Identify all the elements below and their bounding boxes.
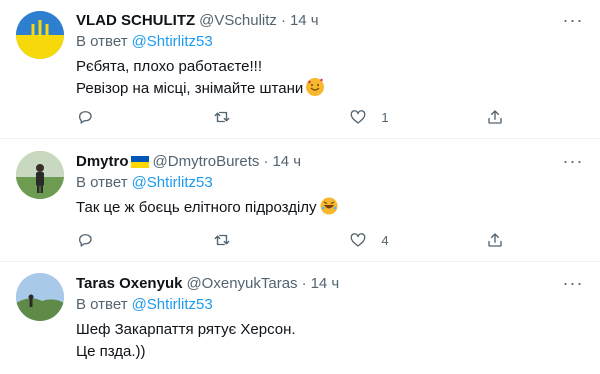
avatar[interactable] (16, 151, 64, 199)
tweet-text-line: Шеф Закарпаття рятує Херсон. (76, 321, 296, 338)
avatar[interactable] (16, 273, 64, 321)
tweet[interactable]: ··· Dmytro @DmytroBurets · 14 ч В ответ @… (0, 139, 600, 261)
rolling-on-floor-laughing-icon (320, 197, 338, 215)
timestamp[interactable]: 14 ч (290, 11, 319, 31)
like-icon (350, 110, 366, 124)
like-count: 1 (381, 109, 389, 125)
tweet-text-line: Рєбята, плохо работаєте!!! (76, 58, 263, 75)
tweet-header: VLAD SCHULITZ @VSchulitz · 14 ч (76, 11, 588, 31)
reply-context: В ответ @Shtirlitz53 (76, 173, 588, 193)
reply-button[interactable] (76, 231, 136, 249)
share-button[interactable] (486, 231, 506, 249)
user-handle[interactable]: @VSchulitz (199, 11, 277, 31)
retweet-icon (214, 234, 230, 246)
reply-context: В ответ @Shtirlitz53 (76, 32, 588, 52)
tweet-text-line: Так це ж боєць елітного підрозділу (76, 199, 317, 216)
retweet-button[interactable] (213, 231, 273, 249)
reply-to-link[interactable]: @Shtirlitz53 (132, 33, 213, 50)
display-name[interactable]: Taras Oxenyuk (76, 274, 182, 294)
avatar[interactable] (16, 11, 64, 59)
like-button[interactable]: 4 (349, 231, 409, 249)
reply-prefix: В ответ (76, 296, 128, 313)
tweet[interactable]: ··· Taras Oxenyuk @OxenyukTaras · 14 ч В… (0, 262, 600, 374)
tweet-text: Рєбята, плохо работаєте!!! Ревізор на мі… (76, 56, 588, 100)
action-bar: 1 (76, 107, 506, 127)
separator-dot: · (280, 12, 286, 29)
separator-dot: · (301, 275, 307, 292)
tweet-header: Dmytro @DmytroBurets · 14 ч (76, 152, 588, 172)
tweet[interactable]: ··· VLAD SCHULITZ @VSchulitz · 14 ч В от… (0, 0, 600, 138)
user-handle[interactable]: @DmytroBurets (153, 152, 260, 172)
tweet-text: Так це ж боєць елітного підрозділу (76, 197, 588, 219)
reply-icon (79, 234, 92, 247)
tweet-text-line: Ревізор на місці, знімайте штани (76, 80, 304, 97)
separator-dot: · (263, 153, 269, 170)
ukraine-flag-icon (130, 156, 149, 168)
share-icon (488, 110, 502, 124)
reply-prefix: В ответ (76, 33, 128, 50)
tweet-header: Taras Oxenyuk @OxenyukTaras · 14 ч (76, 274, 588, 294)
display-name[interactable]: Dmytro (76, 152, 129, 172)
reply-to-link[interactable]: @Shtirlitz53 (132, 174, 213, 191)
retweet-icon (214, 111, 230, 123)
tweet-text-line: Це пзда.)) (76, 343, 146, 360)
reply-icon (79, 111, 92, 124)
like-count: 4 (381, 232, 389, 248)
smiling-face-with-hearts-icon (306, 78, 325, 96)
retweet-button[interactable] (213, 108, 273, 126)
reply-button[interactable] (76, 108, 136, 126)
tweet-text: Шеф Закарпаття рятує Херсон. Це пзда.)) (76, 319, 588, 363)
like-button[interactable]: 1 (349, 108, 409, 126)
reply-context: В ответ @Shtirlitz53 (76, 295, 588, 315)
share-button[interactable] (486, 108, 506, 126)
share-icon (488, 233, 502, 247)
user-handle[interactable]: @OxenyukTaras (186, 274, 297, 294)
display-name[interactable]: VLAD SCHULITZ (76, 11, 195, 31)
reply-to-link[interactable]: @Shtirlitz53 (132, 296, 213, 313)
like-icon (350, 233, 366, 247)
timestamp[interactable]: 14 ч (272, 152, 301, 172)
reply-prefix: В ответ (76, 174, 128, 191)
action-bar: 4 (76, 230, 506, 250)
timestamp[interactable]: 14 ч (311, 274, 340, 294)
